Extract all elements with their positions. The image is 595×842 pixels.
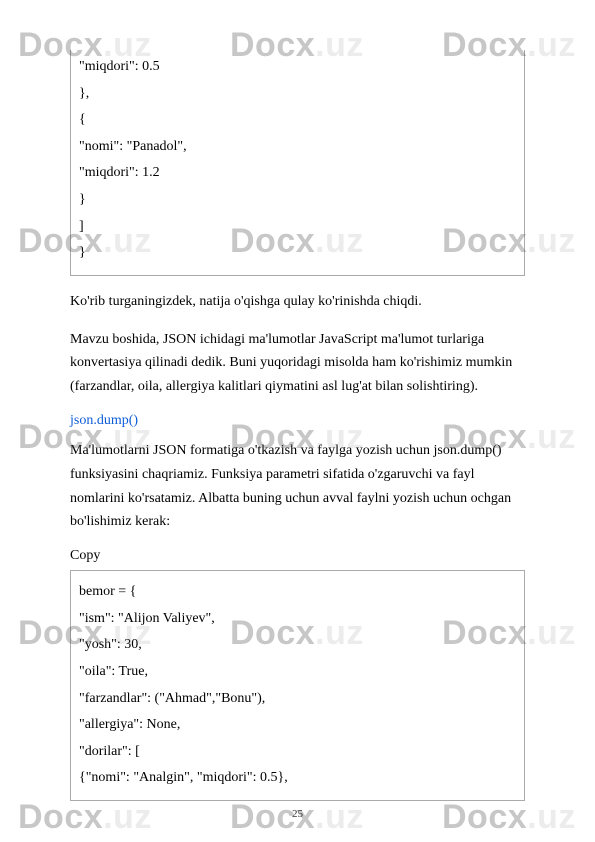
code-line: "miqdori": 1.2 — [79, 160, 516, 187]
code-continuation-box: "miqdori": 0.5 }, { "nomi": "Panadol", "… — [70, 50, 525, 276]
code-line: bemor = { — [79, 579, 516, 606]
code-line: { — [79, 107, 516, 134]
code-line: ] — [79, 214, 516, 241]
page-content: "miqdori": 0.5 }, { "nomi": "Panadol", "… — [0, 0, 595, 831]
paragraph: Mavzu boshida, JSON ichidagi ma'lumotlar… — [70, 328, 525, 399]
code-line: "yosh": 30, — [79, 632, 516, 659]
code-line: {"nomi": "Analgin", "miqdori": 0.5}, — [79, 765, 516, 792]
code-block: bemor = { "ism": "Alijon Valiyev", "yosh… — [70, 570, 525, 801]
copy-label: Copy — [70, 548, 525, 564]
code-line: "miqdori": 0.5 — [79, 54, 516, 81]
code-line: "nomi": "Panadol", — [79, 134, 516, 161]
code-line: "allergiya": None, — [79, 712, 516, 739]
section-heading: json.dump() — [70, 413, 525, 429]
paragraph: Ma'lumotlarni JSON formatiga o'tkazish v… — [70, 439, 525, 534]
code-line: "oila": True, — [79, 659, 516, 686]
paragraph: Ko'rib turganingizdek, natija o'qishga q… — [70, 290, 525, 314]
code-line: } — [79, 240, 516, 267]
code-line: "dorilar": [ — [79, 739, 516, 766]
code-line: }, — [79, 81, 516, 108]
code-line: } — [79, 187, 516, 214]
code-line: "farzandlar": ("Ahmad","Bonu"), — [79, 686, 516, 713]
code-line: "ism": "Alijon Valiyev", — [79, 606, 516, 633]
